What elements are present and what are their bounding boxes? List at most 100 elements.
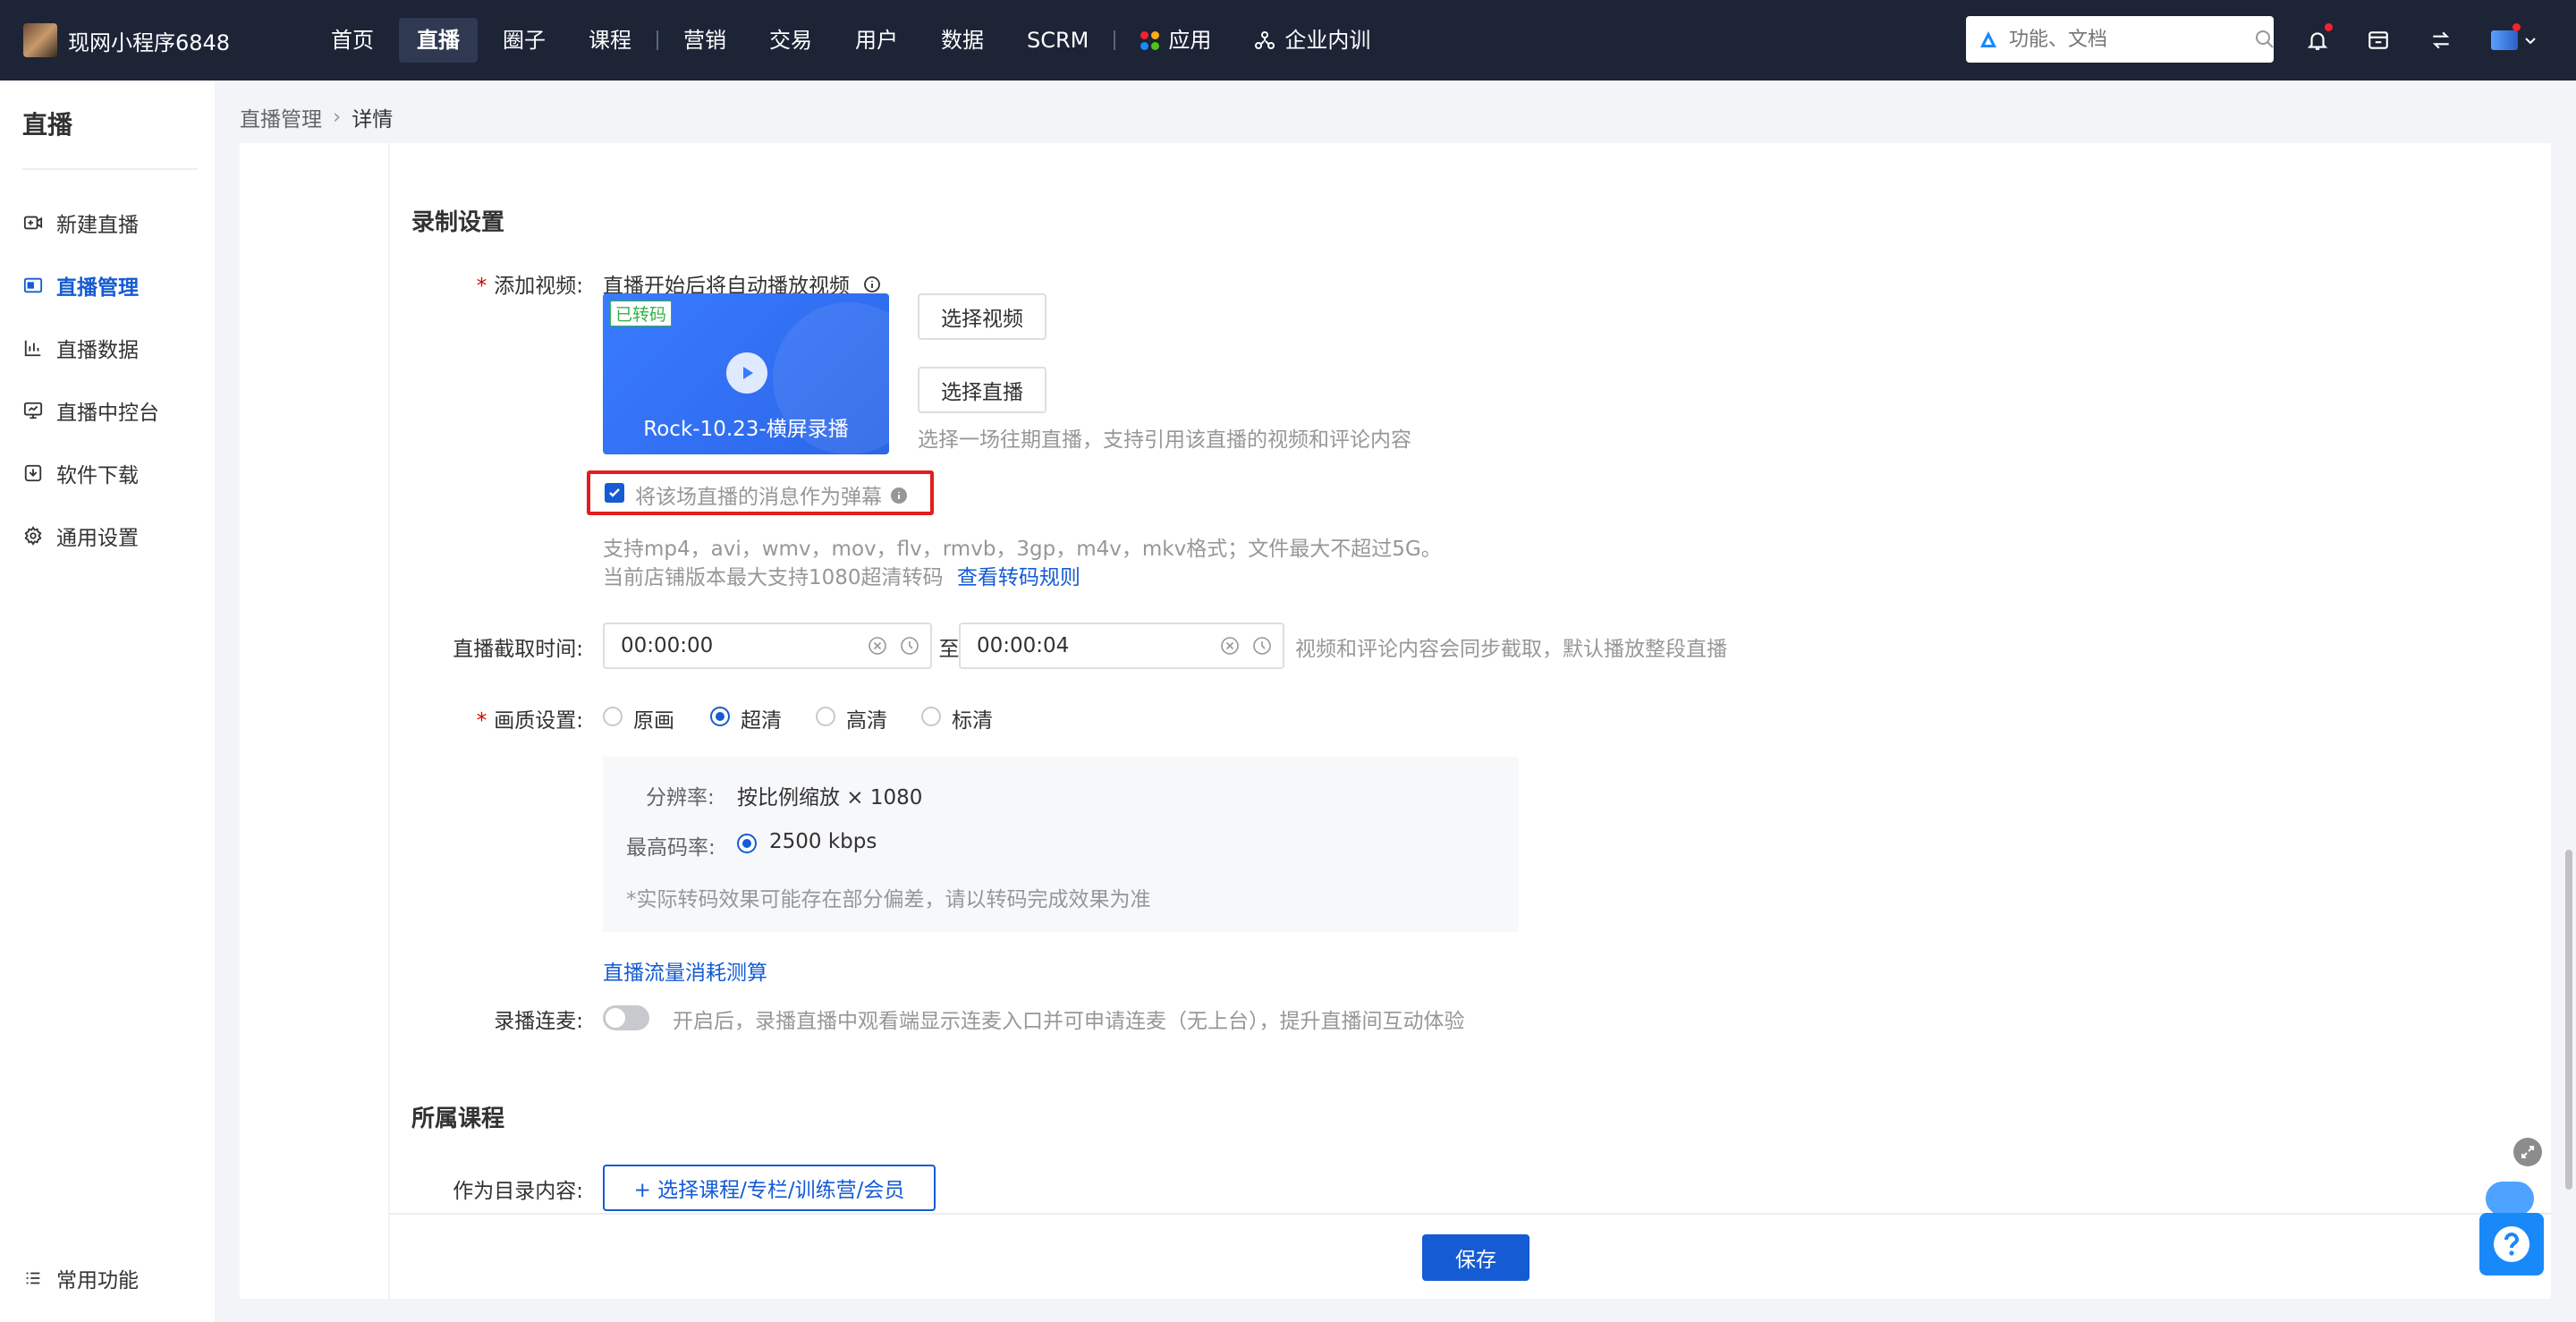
account-menu[interactable]: [2485, 23, 2544, 57]
nav-divider: [657, 30, 658, 50]
notification-bell-icon[interactable]: [2301, 23, 2334, 57]
play-icon[interactable]: [726, 352, 767, 394]
clock-icon[interactable]: [1252, 636, 1272, 656]
bitrate-value[interactable]: 2500 kbps: [769, 830, 877, 853]
sidebar-item-label: 新建直播: [56, 214, 139, 237]
mic-hint: 开启后，录播直播中观看端显示连麦入口并可申请连麦（无上台），提升直播间互动体验: [673, 1010, 1465, 1033]
help-button[interactable]: [2479, 1213, 2544, 1275]
sidebar-item-settings[interactable]: 通用设置: [0, 504, 215, 567]
select-live-button[interactable]: 选择直播: [918, 367, 1046, 413]
sidebar: 直播 新建直播 直播管理 直播数据 直播中控台 软件下载 通用设置 常用功能: [0, 81, 215, 1322]
nav-divider: [1114, 30, 1116, 50]
store-icon[interactable]: [2361, 23, 2395, 57]
sidebar-item-label: 直播中控台: [56, 402, 159, 425]
clip-start-input[interactable]: 00:00:00: [603, 623, 932, 669]
apps-icon: [1140, 30, 1160, 50]
new-live-icon: [22, 212, 44, 233]
quality-option-super[interactable]: 超清: [741, 703, 782, 733]
clip-hint: 视频和评论内容会同步截取，默认播放整段直播: [1295, 638, 1727, 661]
video-name: Rock-10.23-横屏录播: [643, 418, 849, 441]
sidebar-item-live-data[interactable]: 直播数据: [0, 317, 215, 379]
mic-toggle[interactable]: [603, 1005, 649, 1030]
nav-marketing[interactable]: 营销: [665, 18, 744, 63]
sidebar-common-functions[interactable]: 常用功能: [0, 1247, 139, 1309]
nav-apps-label: 应用: [1168, 28, 1212, 53]
avatar: [2491, 30, 2518, 50]
record-settings-title: 录制设置: [411, 209, 505, 236]
save-button[interactable]: 保存: [1422, 1234, 1530, 1281]
quality-radio-high[interactable]: [816, 707, 835, 726]
quality-radio-original[interactable]: [603, 707, 623, 726]
breadcrumb: 直播管理 › 详情: [240, 102, 393, 132]
quality-option-original[interactable]: 原画: [633, 703, 674, 733]
clip-end-value: 00:00:04: [977, 634, 1070, 657]
download-icon: [22, 462, 44, 484]
traffic-estimate-link[interactable]: 直播流量消耗测算: [603, 955, 767, 986]
nav-user[interactable]: 用户: [837, 18, 916, 63]
nav-apps[interactable]: 应用: [1123, 18, 1229, 63]
bitrate-radio[interactable]: [737, 834, 757, 853]
transcode-rules-link[interactable]: 查看转码规则: [957, 566, 1080, 589]
barrage-checkbox-label[interactable]: 将该场直播的消息作为弹幕: [635, 479, 908, 510]
mic-label: 录播连麦:: [494, 1010, 583, 1033]
quality-radio-super[interactable]: [710, 707, 730, 726]
sidebar-divider: [22, 168, 198, 170]
sidebar-item-label: 直播管理: [56, 276, 139, 300]
sidebar-title: 直播: [22, 110, 73, 140]
sidebar-item-label: 直播数据: [56, 339, 139, 362]
sidebar-item-console[interactable]: 直播中控台: [0, 379, 215, 442]
clear-icon[interactable]: [868, 636, 887, 656]
chevron-down-icon: [2523, 33, 2538, 47]
account-dot: [2512, 23, 2521, 31]
nav-data[interactable]: 数据: [923, 18, 1002, 63]
barrage-checkbox[interactable]: [605, 483, 624, 503]
nav-trade[interactable]: 交易: [751, 18, 830, 63]
expand-icon[interactable]: [2513, 1138, 2542, 1166]
search-input[interactable]: [2009, 28, 2254, 51]
nav-scrm[interactable]: SCRM: [1009, 18, 1106, 63]
clip-end-input[interactable]: 00:00:04: [959, 623, 1284, 669]
video-thumbnail[interactable]: 已转码 Rock-10.23-横屏录播: [603, 293, 889, 454]
quality-option-standard[interactable]: 标清: [952, 703, 993, 733]
brand[interactable]: 现网小程序6848: [23, 23, 292, 57]
global-search[interactable]: [1966, 16, 2274, 63]
nav-home[interactable]: 首页: [313, 18, 392, 63]
clock-icon[interactable]: [900, 636, 919, 656]
quality-note: *实际转码效果可能存在部分偏差，请以转码完成效果为准: [626, 888, 1151, 911]
nav-training[interactable]: 企业内训: [1236, 18, 1388, 63]
breadcrumb-current: 详情: [352, 108, 394, 131]
quality-radio-standard[interactable]: [921, 707, 941, 726]
scrollbar[interactable]: [2565, 850, 2572, 1190]
shop-name: 现网小程序6848: [68, 30, 231, 55]
gear-icon: [22, 525, 44, 547]
sidebar-item-new-live[interactable]: 新建直播: [0, 191, 215, 254]
format-hint: 支持mp4，avi，wmv，mov，flv，rmvb，3gp，m4v，mkv格式…: [603, 538, 1442, 561]
select-video-button[interactable]: 选择视频: [918, 293, 1046, 340]
breadcrumb-parent[interactable]: 直播管理: [240, 102, 322, 132]
nav-live[interactable]: 直播: [399, 18, 478, 63]
clip-time-label: 直播截取时间:: [453, 638, 583, 661]
nav-course[interactable]: 课程: [571, 18, 649, 63]
quality-option-high[interactable]: 高清: [846, 703, 887, 733]
nav-training-label: 企业内训: [1284, 28, 1371, 53]
sidebar-item-label: 常用功能: [56, 1269, 139, 1292]
sidebar-item-live-manage[interactable]: 直播管理: [0, 254, 215, 317]
switch-icon[interactable]: [2424, 23, 2458, 57]
sidebar-item-label: 通用设置: [56, 527, 139, 550]
sidebar-item-download[interactable]: 软件下载: [0, 442, 215, 504]
list-icon: [22, 1267, 44, 1289]
clear-icon[interactable]: [1220, 636, 1240, 656]
resolution-label: 分辨率:: [646, 786, 715, 809]
ai-logo-icon: [1979, 30, 1998, 49]
select-course-button[interactable]: + 选择课程/专栏/训练营/会员: [603, 1165, 936, 1211]
nav-circle[interactable]: 圈子: [485, 18, 564, 63]
notification-dot: [2325, 23, 2333, 31]
resolution-value: 按比例缩放 × 1080: [737, 786, 923, 809]
console-icon: [22, 400, 44, 421]
bitrate-label: 最高码率:: [626, 836, 716, 860]
course-section-title: 所属课程: [411, 1106, 505, 1132]
footer-bar: 保存: [390, 1213, 2551, 1299]
search-icon[interactable]: [2254, 29, 2275, 50]
training-icon: [1254, 30, 1275, 51]
info-icon[interactable]: [890, 487, 908, 510]
